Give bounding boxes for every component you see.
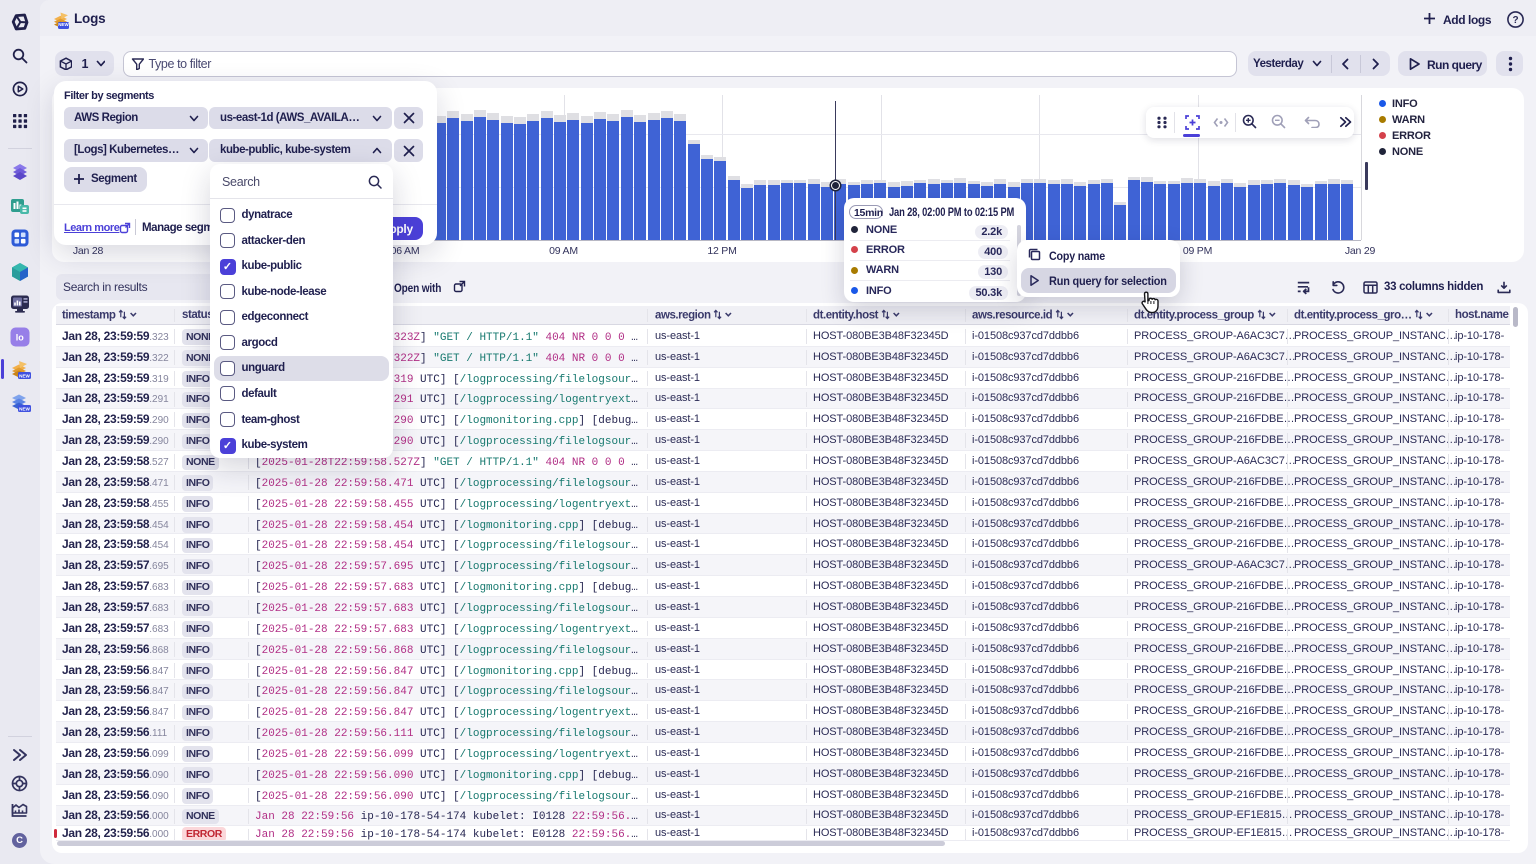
svg-text:NEW: NEW [19,373,30,378]
svg-text:?: ? [1512,15,1518,26]
svg-text:NEW: NEW [19,406,30,411]
svg-text:lo: lo [16,333,25,343]
